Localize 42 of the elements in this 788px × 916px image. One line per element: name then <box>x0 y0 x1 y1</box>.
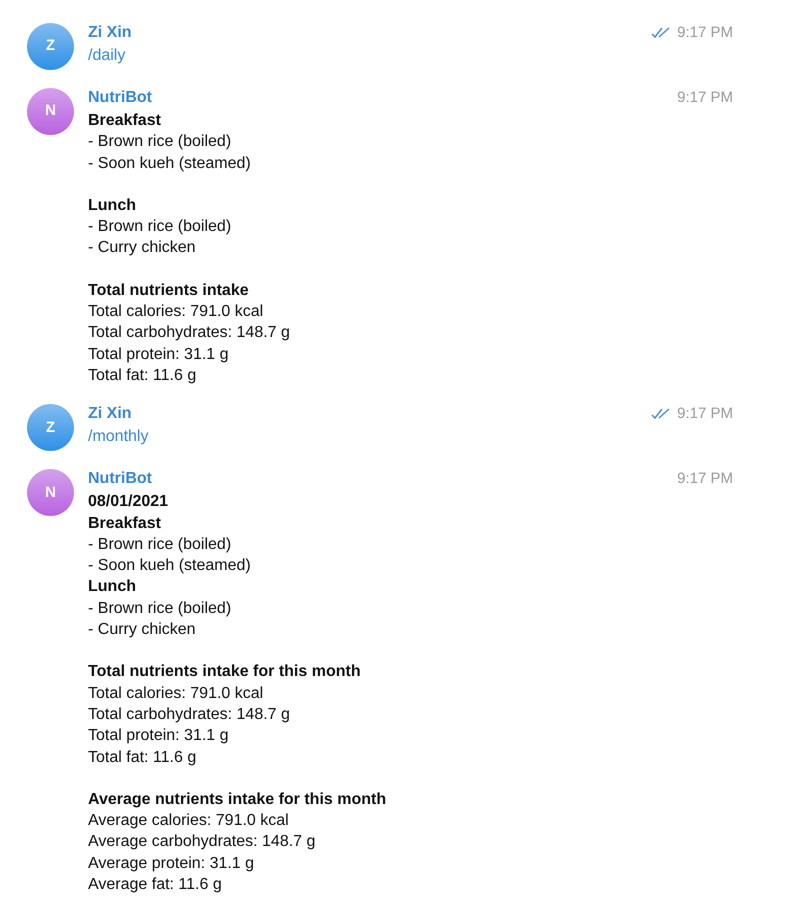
message-line: Total carbohydrates: 148.7 g <box>88 704 291 725</box>
message-line: - Brown rice (boiled) <box>88 217 232 238</box>
message-line: - Brown rice (boiled) <box>88 132 232 152</box>
message-heading: Breakfast <box>88 111 162 131</box>
message-line: Total fat: 11.6 g <box>88 366 198 386</box>
message-heading: Breakfast <box>88 514 162 534</box>
message-line: Total protein: 31.1 g <box>88 726 230 746</box>
message-line: Average fat: 11.6 g <box>88 875 223 896</box>
message-heading: Average nutrients intake for this month <box>88 790 388 810</box>
message-line: - Brown rice (boiled) <box>88 534 232 555</box>
sender-name: Zi Xin <box>88 404 132 424</box>
message-time: 9:17 PM <box>677 469 733 490</box>
message-heading: Lunch <box>88 196 137 216</box>
message-line: Average carbohydrates: 148.7 g <box>88 832 316 852</box>
message-line: - Brown rice (boiled) <box>88 598 232 619</box>
message-line: Total carbohydrates: 148.7 g <box>88 323 291 344</box>
message-line: - Curry chicken <box>88 238 197 258</box>
sender-name: NutriBot <box>88 88 152 108</box>
avatar: Z <box>27 23 74 70</box>
message-time: 9:17 PM <box>677 88 733 108</box>
message-heading: Lunch <box>88 577 137 598</box>
message-line: Average protein: 31.1 g <box>88 854 256 874</box>
message-heading: Total nutrients intake <box>88 280 250 301</box>
sender-name: NutriBot <box>88 469 152 490</box>
message-line: - Soon kueh (steamed) <box>88 556 252 576</box>
avatar: N <box>27 88 74 135</box>
message-line: Total calories: 791.0 kcal <box>88 684 264 704</box>
message-line: Average calories: 791.0 kcal <box>88 811 290 832</box>
avatar: Z <box>27 404 74 452</box>
message-line: Total fat: 11.6 g <box>88 748 198 768</box>
message-heading: 08/01/2021 <box>88 492 170 512</box>
command-link[interactable]: /monthly <box>88 426 733 448</box>
message-line: - Soon kueh (steamed) <box>88 154 252 174</box>
avatar: N <box>27 469 74 516</box>
message-line: Total protein: 31.1 g <box>88 344 230 365</box>
message-heading: Total nutrients intake for this month <box>88 662 362 682</box>
message-time: 9:17 PM <box>677 22 733 43</box>
message-time: 9:17 PM <box>677 404 733 424</box>
message-line: - Curry chicken <box>88 620 197 640</box>
sender-name: Zi Xin <box>88 23 132 43</box>
message-line: Total calories: 791.0 kcal <box>88 302 264 322</box>
command-link[interactable]: /daily <box>88 45 733 66</box>
